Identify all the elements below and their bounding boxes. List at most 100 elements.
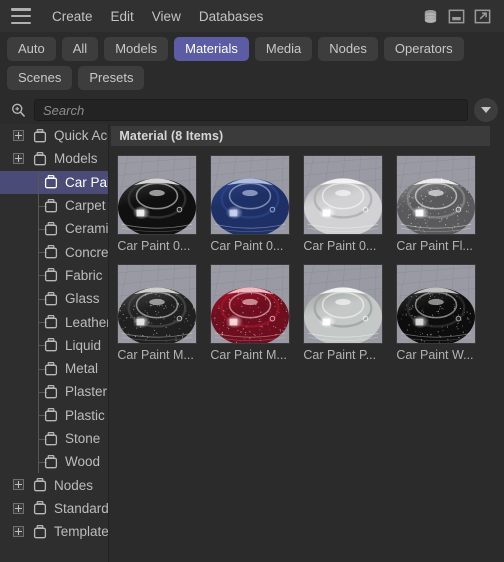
tree-item-plaster[interactable]: Plaster [0,380,108,404]
tree-item-label: Nodes [54,477,94,493]
asset-thumbnail[interactable] [303,155,384,235]
database-jar-icon [43,384,59,400]
database-icon[interactable] [421,7,440,26]
filter-tab-materials[interactable]: Materials [174,37,249,61]
tree-item-models[interactable]: Models [0,147,108,170]
tree-item-templates-presets[interactable]: Templates & Presets [0,520,108,543]
tree-item-label: Metal [65,361,99,377]
tree-item-concrete[interactable]: Concrete [0,240,109,264]
tree-item-leather[interactable]: Leather [0,310,108,334]
tree-item-ceramic[interactable]: Ceramic [0,217,108,241]
tree-item-carpet[interactable]: Carpet [0,193,108,218]
tree-item-label: Stone [65,431,101,446]
window-controls [421,7,496,26]
tree-item-glass[interactable]: Glass [0,287,108,311]
asset-item[interactable]: Car Paint Fl... [396,155,484,253]
asset-label: Car Paint M... [117,348,194,362]
asset-thumbnail[interactable] [396,155,477,235]
chevron-down-glyph [481,107,491,113]
tree-item-label: Glass [65,291,100,307]
asset-thumbnail[interactable] [210,264,291,344]
asset-item[interactable]: Car Paint 0... [117,155,205,253]
tree-item-label: Carpet [65,198,106,214]
tree-item-label: Models [54,151,98,167]
asset-item[interactable]: Car Paint M... [117,264,205,362]
filter-tab-operators[interactable]: Operators [383,37,464,61]
category-tree[interactable]: Quick Access Models Car Paint Carpet Ceramic… [0,124,109,562]
filter-tab-row-1: Auto All Models Materials Media Nodes Operator… [7,37,504,61]
tree-item-standard-physical[interactable]: Standard & Physical [0,497,108,520]
database-jar-icon [43,267,59,283]
database-jar-icon [43,174,59,190]
asset-label: Car Paint Fl... [396,239,473,253]
search-input[interactable] [34,99,468,121]
tree-guide-vertical [19,497,20,520]
tree-item-label: Quick Access [54,128,108,144]
asset-label: Car Paint 0... [303,239,377,253]
chevron-down-icon[interactable] [474,98,498,122]
asset-thumbnail[interactable] [210,155,291,235]
database-jar-icon [43,431,59,447]
tree-item-label: Wood [65,454,101,470]
asset-thumbnail[interactable] [117,155,198,235]
menu-item-edit[interactable]: Edit [102,6,143,27]
asset-browser-window: Create Edit View Databases Auto All Mode… [0,0,504,562]
tree-guide-vertical [19,473,20,496]
filter-tab-scenes[interactable]: Scenes [7,66,73,90]
tree-item-nodes[interactable]: Nodes [0,473,108,496]
tree-item-car-paint[interactable]: Car Paint [0,170,109,194]
tree-item-wood[interactable]: Wood [0,450,108,474]
asset-label: Car Paint 0... [210,239,284,253]
asset-grid-panel: Material (8 Items) Car Paint 0... Car Pai… [109,124,504,562]
tree-item-fabric[interactable]: Fabric [0,263,108,288]
database-jar-icon [32,151,48,167]
menu-items: Create Edit View Databases [43,6,272,27]
menu-bar: Create Edit View Databases [0,0,504,32]
tree-item-liquid[interactable]: Liquid [0,333,108,357]
filter-tab-models[interactable]: Models [104,37,169,61]
tree-item-metal[interactable]: Metal [0,356,108,381]
minimize-panel-icon[interactable] [447,7,466,26]
asset-thumbnail[interactable] [396,264,477,344]
tree-item-label: Concrete [65,244,109,260]
hamburger-icon[interactable] [11,8,31,24]
database-jar-icon [32,500,48,516]
tree-expand-icon[interactable] [13,130,24,141]
filter-tab-media[interactable]: Media [254,37,313,61]
menu-item-create[interactable]: Create [43,6,102,27]
tree-item-stone[interactable]: Stone [0,426,108,451]
database-jar-icon [43,407,59,423]
filter-tab-presets[interactable]: Presets [78,66,145,90]
group-header: Material (8 Items) [111,126,490,146]
popout-window-icon[interactable] [473,7,492,26]
asset-item[interactable]: Car Paint P... [303,264,391,362]
filter-tab-nodes[interactable]: Nodes [318,37,378,61]
asset-thumbnail[interactable] [303,264,384,344]
asset-item[interactable]: Car Paint W... [396,264,484,362]
menu-item-databases[interactable]: Databases [190,6,273,27]
database-jar-icon [32,524,48,540]
filter-tab-all[interactable]: All [61,37,99,61]
database-jar-icon [43,337,59,353]
asset-item[interactable]: Car Paint 0... [303,155,391,253]
menu-item-view[interactable]: View [143,6,190,27]
filter-tab-auto[interactable]: Auto [7,37,56,61]
database-jar-icon [43,198,59,214]
tree-item-quick-access[interactable]: Quick Access [0,124,108,147]
tree-item-label: Fabric [65,267,103,283]
asset-item[interactable]: Car Paint 0... [210,155,298,253]
tree-item-label: Plaster [65,384,108,400]
tree-guide-vertical [19,147,20,170]
search-zoom-icon[interactable] [6,98,30,122]
database-jar-icon [43,361,59,377]
database-jar-icon [43,454,59,470]
database-jar-icon [43,291,59,307]
database-jar-icon [43,314,59,330]
tree-item-plastic[interactable]: Plastic [0,403,108,427]
tree-item-label: Liquid [65,337,102,353]
asset-item[interactable]: Car Paint M... [210,264,298,362]
tree-item-label: Car Paint [65,174,108,190]
asset-thumbnail[interactable] [117,264,198,344]
asset-label: Car Paint 0... [117,239,191,253]
asset-label: Car Paint P... [303,348,377,362]
